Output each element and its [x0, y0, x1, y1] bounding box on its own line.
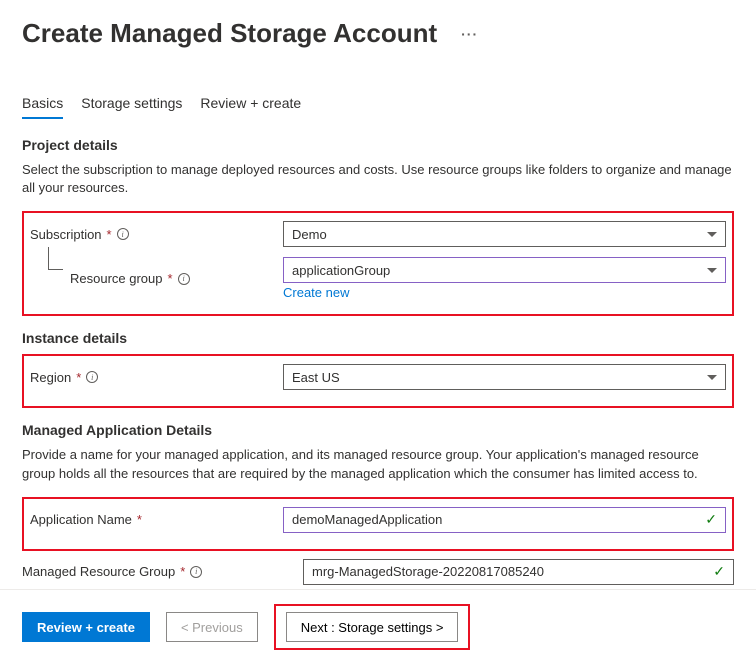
info-icon[interactable]: i: [117, 228, 129, 240]
instance-details-highlight: Region * i East US: [22, 354, 734, 408]
application-name-value: demoManagedApplication: [292, 512, 442, 527]
tab-storage-settings[interactable]: Storage settings: [81, 91, 182, 119]
required-asterisk: *: [168, 271, 173, 286]
subscription-value: Demo: [292, 227, 327, 242]
next-button-highlight: Next : Storage settings >: [274, 604, 471, 650]
review-create-button[interactable]: Review + create: [22, 612, 150, 642]
resource-group-label: Resource group: [70, 271, 163, 286]
chevron-down-icon: [707, 375, 717, 380]
application-name-label: Application Name: [30, 512, 132, 527]
region-label: Region: [30, 370, 71, 385]
create-new-link[interactable]: Create new: [283, 285, 349, 300]
resource-group-value: applicationGroup: [292, 263, 390, 278]
managed-app-heading: Managed Application Details: [22, 422, 734, 438]
instance-details-heading: Instance details: [22, 330, 734, 346]
managed-app-highlight: Application Name * demoManagedApplicatio…: [22, 497, 734, 551]
resource-group-select[interactable]: applicationGroup: [283, 257, 726, 283]
subscription-select[interactable]: Demo: [283, 221, 726, 247]
managed-rg-label: Managed Resource Group: [22, 564, 175, 579]
required-asterisk: *: [107, 227, 112, 242]
previous-button[interactable]: < Previous: [166, 612, 258, 642]
managed-rg-input[interactable]: mrg-ManagedStorage-20220817085240 ✓: [303, 559, 734, 585]
chevron-down-icon: [707, 268, 717, 273]
application-name-input[interactable]: demoManagedApplication ✓: [283, 507, 726, 533]
project-details-desc: Select the subscription to manage deploy…: [22, 161, 734, 197]
managed-rg-value: mrg-ManagedStorage-20220817085240: [312, 564, 544, 579]
required-asterisk: *: [137, 512, 142, 527]
next-button[interactable]: Next : Storage settings >: [286, 612, 459, 642]
page-title-text: Create Managed Storage Account: [22, 18, 437, 49]
info-icon[interactable]: i: [178, 273, 190, 285]
page-title: Create Managed Storage Account ···: [22, 18, 734, 49]
tabs: Basics Storage settings Review + create: [22, 91, 734, 119]
required-asterisk: *: [76, 370, 81, 385]
check-icon: ✓: [705, 511, 717, 528]
subscription-label: Subscription: [30, 227, 102, 242]
more-icon[interactable]: ···: [461, 26, 478, 42]
project-details-highlight: Subscription * i Demo Resource group * i…: [22, 211, 734, 316]
tab-basics[interactable]: Basics: [22, 91, 63, 119]
info-icon[interactable]: i: [190, 566, 202, 578]
check-icon: ✓: [713, 563, 725, 580]
managed-app-desc: Provide a name for your managed applicat…: [22, 446, 734, 482]
footer: Review + create < Previous Next : Storag…: [0, 589, 756, 650]
chevron-down-icon: [707, 232, 717, 237]
tab-review-create[interactable]: Review + create: [200, 91, 301, 119]
region-value: East US: [292, 370, 340, 385]
region-select[interactable]: East US: [283, 364, 726, 390]
required-asterisk: *: [180, 564, 185, 579]
project-details-heading: Project details: [22, 137, 734, 153]
info-icon[interactable]: i: [86, 371, 98, 383]
